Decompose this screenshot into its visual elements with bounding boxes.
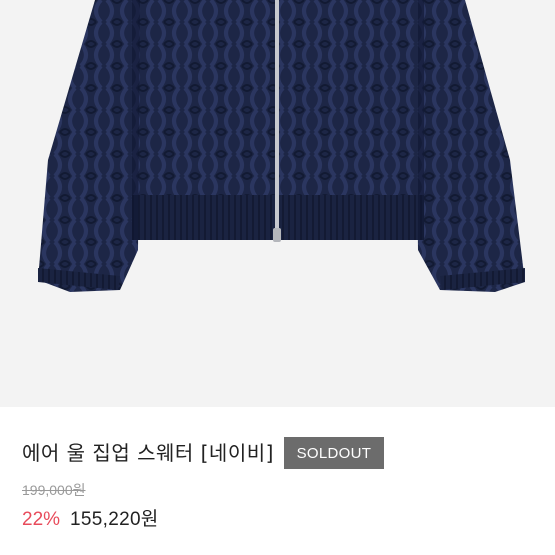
left-sleeve (38, 0, 140, 292)
sweater-illustration (38, 0, 525, 292)
product-title[interactable]: 에어 울 집업 스웨터 [네이비] (22, 437, 274, 469)
zipper-pull (273, 228, 281, 242)
title-row: 에어 울 집업 스웨터 [네이비] SOLDOUT (22, 437, 384, 469)
zipper (275, 0, 279, 232)
right-sleeve (415, 0, 525, 292)
product-image[interactable] (0, 0, 555, 407)
discount-rate: 22% (22, 509, 61, 530)
price-row: 22% 155,220원 (22, 504, 159, 531)
original-price: 199,000원 (22, 482, 86, 498)
product-info: 에어 울 집업 스웨터 [네이비] SOLDOUT 199,000원 22% 1… (0, 407, 555, 555)
sale-price: 155,220원 (70, 509, 159, 530)
soldout-badge: SOLDOUT (283, 437, 384, 469)
